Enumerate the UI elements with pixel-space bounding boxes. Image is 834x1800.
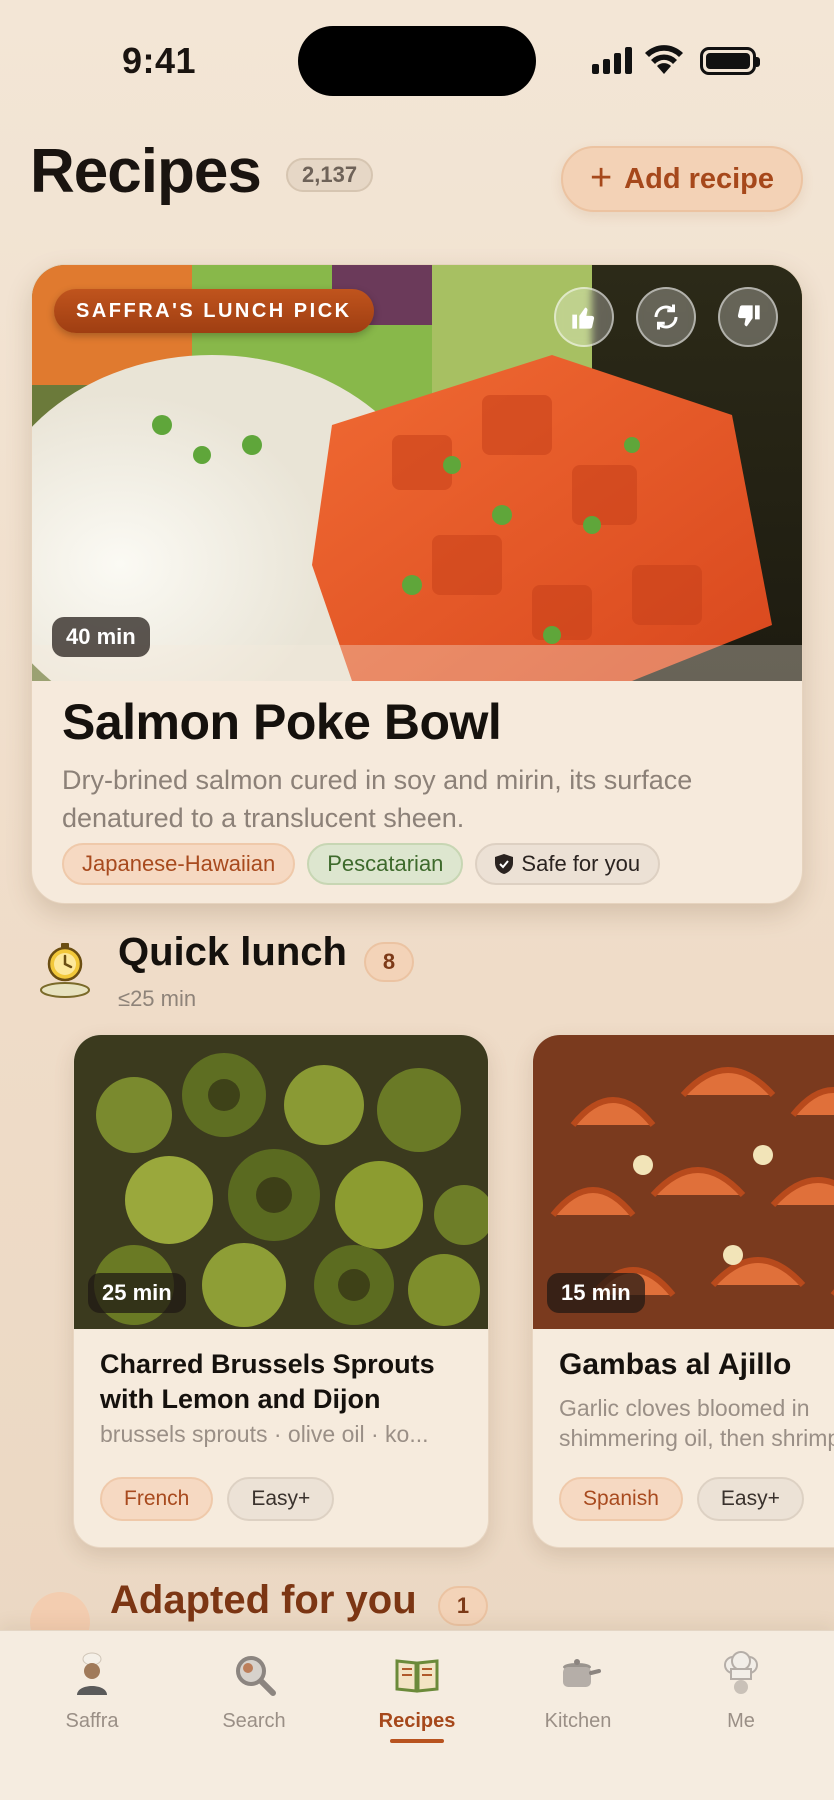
tab-label: Me (727, 1710, 755, 1732)
tab-label: Saffra (65, 1710, 119, 1732)
tab-label: Recipes (378, 1710, 456, 1732)
cook-time-chip: 25 min (88, 1273, 186, 1313)
thumbs-up-button[interactable] (554, 287, 614, 347)
recipe-count-badge: 2,137 (286, 158, 374, 192)
page-title: Recipes (30, 137, 262, 206)
cook-time-chip: 15 min (547, 1273, 645, 1313)
tab-saffra[interactable]: Saffra (22, 1651, 162, 1733)
status-time: 9:41 (122, 40, 197, 81)
recipe-tags: French Easy+ (100, 1477, 335, 1521)
tab-label: Kitchen (544, 1710, 612, 1732)
tab-bar: Saffra Search Recipes Kitchen Me (0, 1630, 834, 1800)
cook-time-chip: 40 min (52, 617, 150, 657)
battery-icon (700, 47, 760, 75)
tab-me[interactable]: Me (671, 1651, 811, 1733)
cuisine-tag: French (100, 1477, 214, 1521)
status-bar: 9:41 (0, 0, 834, 120)
safety-tag: Safe for you (475, 843, 661, 885)
recipe-title: Gambas al Ajillo (559, 1348, 792, 1381)
pot-icon (563, 1659, 601, 1687)
refresh-pick-button[interactable] (636, 287, 696, 347)
active-tab-indicator (390, 1739, 444, 1743)
cuisine-tag: Spanish (559, 1477, 683, 1521)
featured-recipe-description: Dry-brined salmon cured in soy and mirin… (62, 765, 693, 833)
thumbs-up-icon (572, 307, 595, 329)
cuisine-tag-label: Japanese-Hawaiian (82, 851, 276, 876)
diet-tag-label: Pescatarian (327, 851, 444, 876)
featured-tags: Japanese-Hawaiian Pescatarian Safe for y… (62, 843, 661, 885)
recipe-tags: Spanish Easy+ (559, 1477, 804, 1521)
featured-recipe-title: Salmon Poke Bowl (62, 694, 502, 750)
cuisine-tag: Japanese-Hawaiian (62, 843, 296, 885)
recipe-card[interactable]: 15 min Gambas al Ajillo Garlic cloves bl… (532, 1034, 834, 1548)
shield-check-icon (495, 854, 514, 874)
recipe-description: Garlic cloves bloomed in shimmering oil,… (559, 1395, 834, 1451)
quick-lunch-title: Quick lunch (118, 930, 347, 974)
thumbs-down-icon (737, 305, 760, 327)
quick-lunch-count: 8 (364, 942, 414, 982)
thumbs-down-button[interactable] (718, 287, 778, 347)
recipe-card[interactable]: 25 min Charred Brussels Sprouts with Lem… (73, 1034, 489, 1548)
refresh-icon (654, 304, 678, 330)
difficulty-tag: Easy+ (696, 1477, 804, 1521)
stopwatch-plate-icon (40, 943, 90, 998)
recipe-ingredients: brussels sprouts · olive oil · ko... (100, 1421, 429, 1447)
difficulty-tag: Easy+ (227, 1477, 335, 1521)
tab-kitchen[interactable]: Kitchen (508, 1651, 648, 1733)
recipe-book-icon (395, 1659, 439, 1693)
wifi-icon (645, 45, 683, 74)
add-recipe-label: Add recipe (624, 162, 775, 195)
recipe-title: Charred Brussels Sprouts with Lemon and … (100, 1349, 435, 1414)
safety-tag-label: Safe for you (521, 851, 641, 876)
featured-recipe-card[interactable]: SAFFRA'S LUNCH PICK 40 min Salmon Poke B… (31, 264, 803, 904)
adapted-count: 1 (438, 1586, 488, 1626)
adapted-title: Adapted for you (110, 1578, 417, 1622)
search-icon (236, 1656, 276, 1696)
quick-lunch-subtitle: ≤25 min (118, 986, 197, 1011)
cellular-signal-icon (592, 46, 632, 74)
lunch-pick-badge: SAFFRA'S LUNCH PICK (54, 289, 374, 333)
tab-recipes[interactable]: Recipes (347, 1651, 487, 1743)
chef-hat-icon (724, 1651, 758, 1694)
chef-avatar-icon (77, 1652, 107, 1695)
tab-label: Search (222, 1710, 286, 1732)
dynamic-island (298, 26, 536, 96)
plus-icon: + (589, 156, 613, 199)
tab-search[interactable]: Search (184, 1651, 324, 1733)
add-recipe-button[interactable]: + Add recipe (561, 146, 803, 212)
diet-tag: Pescatarian (307, 843, 464, 885)
